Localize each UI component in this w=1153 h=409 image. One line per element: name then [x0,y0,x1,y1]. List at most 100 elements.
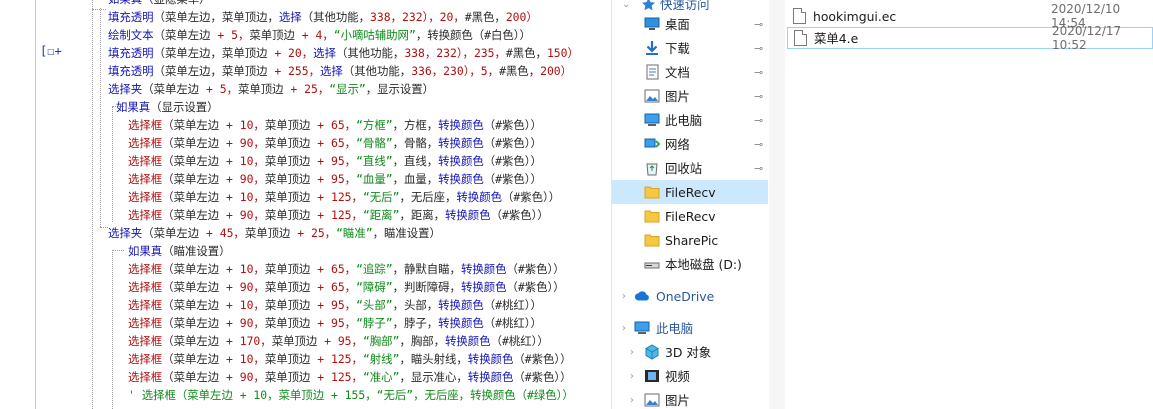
code-line[interactable]: 如果真（显示设置） [116,98,219,116]
chevron-down-icon[interactable]: ⌄ [622,0,630,10]
code-line[interactable]: 填充透明（菜单左边，菜单顶边，选择（其他功能，338，232），20，#黑色，2… [108,8,538,26]
code-token: （显示设置） [150,100,219,114]
nav-item[interactable]: 文档 ⊸ [612,60,768,84]
code-token: （其他功能， [342,64,412,78]
code-token: 选择框 [128,154,163,168]
chevron-right-icon[interactable]: › [630,347,634,358]
code-line[interactable]: 如果真（显隐菜单） [108,0,211,8]
nav-item[interactable]: 桌面 ⊸ [612,12,768,36]
code-token: 如果真（ [108,0,154,6]
tree-guide [112,250,124,251]
nav-item[interactable]: SharePic [612,228,768,252]
code-line[interactable]: 选择框（菜单左边 + 10，菜单顶边 + 95，“直线”，直线，转换颜色（#紫色… [128,152,542,170]
nav-item[interactable]: 网络 ⊸ [612,132,768,156]
code-line[interactable]: 选择框（菜单左边 + 90，菜单顶边 + 125，“距离”，距离，转换颜色（#紫… [128,206,549,224]
code-line[interactable]: 选择框（菜单左边 + 10，菜单顶边 + 65，“追踪”，静默自瞄，转换颜色（#… [128,260,565,278]
code-token: （菜单左边 [162,262,226,276]
code-token: ，判断障碍， [392,280,461,294]
code-token: （#紫色）） [483,172,542,186]
chevron-right-icon[interactable]: › [622,323,626,334]
code-line[interactable]: 选择框（菜单左边 + 10，菜单顶边 + 125，“射线”，瞄头射线，转换颜色（… [128,350,572,368]
code-editor[interactable]: [☐+ 如果真（显隐菜单）填充透明（菜单左边，菜单顶边，选择（其他功能，338，… [0,0,612,409]
code-token: + 170， [226,334,272,348]
pin-icon[interactable]: ⊸ [754,42,763,55]
nav-item[interactable]: 本地磁盘 (D:) [612,252,768,276]
nav-item[interactable]: › 视频 [612,364,768,388]
code-line[interactable]: 绘制文本（菜单左边 + 5，菜单顶边 + 4，“小嘀咕辅助网”，转换颜色（#白色… [108,26,531,44]
code-token: 200） [540,64,573,78]
nav-item[interactable]: › 3D 对象 [612,340,768,364]
code-token: + 5， [217,28,250,42]
chevron-right-icon[interactable]: › [630,395,634,406]
code-token: 336，230），5， [411,64,500,78]
picture-icon [644,392,660,408]
code-token: 转换颜色 [460,262,507,276]
code-line[interactable]: 选择框（菜单左边 + 170，菜单顶边 + 95，“胸部”，胸部，转换颜色（#桃… [128,332,549,350]
pin-icon[interactable]: ⊸ [754,162,763,175]
code-token: 菜单顶边 [244,226,298,240]
nav-label: FileRecv [665,208,716,224]
pin-icon[interactable]: ⊸ [754,138,763,151]
tree-guide [100,8,101,227]
code-line[interactable]: 填充透明（菜单左边，菜单顶边 + 20，选择（其他功能，338，232），235… [108,44,579,62]
download-icon [644,40,660,56]
file-list[interactable]: hookimgui.ec 2020/12/10 14:54 菜单4.e 2020/12… [785,0,1153,409]
code-line[interactable]: 选择夹（菜单左边 + 45，菜单顶边 + 25，“瞄准”，瞄准设置） [108,224,441,242]
code-line[interactable]: 填充透明（菜单左边，菜单顶边 + 255，选择（其他功能，336，230），5，… [108,62,572,80]
code-token: 菜单顶边 [264,262,318,276]
nav-item[interactable]: 图片 ⊸ [612,84,768,108]
code-token: （#紫色）） [506,280,565,294]
code-token: + 65， [317,280,357,294]
nav-item[interactable]: 此电脑 ⊸ [612,108,768,132]
code-line[interactable]: 选择框（菜单左边 + 90，菜单顶边 + 65，“骨骼”，骨骼，转换颜色（#紫色… [128,134,542,152]
code-token: （菜单左边，菜单顶边， [153,10,279,24]
code-token: + 90， [226,208,265,222]
code-line[interactable]: 选择框（菜单左边 + 90，菜单顶边 + 65，“障碍”，判断障碍，转换颜色（#… [128,278,565,296]
nav-item[interactable]: 下载 ⊸ [612,36,768,60]
pin-icon[interactable]: ⊸ [754,66,763,79]
nav-item[interactable]: › OneDrive [612,284,768,308]
nav-item[interactable]: FileRecv [612,204,768,228]
code-token: （菜单左边 [162,172,226,186]
chevron-right-icon[interactable]: › [630,371,634,382]
nav-scrollbar[interactable] [769,0,785,409]
pin-icon[interactable]: ⊸ [754,114,763,127]
nav-item[interactable]: 回收站 ⊸ [612,156,768,180]
code-token: （#紫色）） [513,370,572,384]
code-token: “距离” [362,208,400,222]
code-token: （菜单左边 [162,298,226,312]
code-line[interactable]: 选择框（菜单左边 + 90，菜单顶边 + 125，“准心”，显示准心，转换颜色（… [128,368,572,386]
code-line[interactable]: 选择框（菜单左边 + 10，菜单顶边 + 95，“头部”，头部，转换颜色（#桃红… [128,296,542,314]
code-line[interactable]: 选择框（菜单左边 + 10，菜单顶边 + 125，“无后”，无后座，转换颜色（#… [128,188,560,206]
code-token: （#桃红）） [490,334,549,348]
pin-icon[interactable]: ⊸ [754,18,763,31]
code-token: + 125， [317,370,363,384]
navigation-pane[interactable]: ⌄ 快速访问 桌面 ⊸ 下载 ⊸ 文档 ⊸ 图片 ⊸ 此电脑 ⊸ 网络 ⊸ 回收站 ⊸ FileRecv Fi… [612,0,785,409]
code-token: （菜单左边 [162,208,226,222]
nav-item[interactable]: › 图片 [612,388,768,409]
code-token: + 65， [317,262,357,276]
code-token: #白色）） [484,28,531,42]
code-token: 选择夹 [108,226,143,240]
code-token: （菜单左边 [162,154,226,168]
code-line[interactable]: 选择框（菜单左边 + 90，菜单顶边 + 95，“脖子”，脖子，转换颜色（#桃红… [128,314,542,332]
nav-item[interactable]: FileRecv [612,180,768,204]
chevron-right-icon[interactable]: › [622,291,626,302]
code-line[interactable]: 选择框（菜单左边 + 90，菜单顶边 + 95，“血量”，血量，转换颜色（#紫色… [128,170,542,188]
file-row[interactable]: 菜单4.e 2020/12/17 10:52 [787,24,1153,52]
code-line[interactable]: 选择夹（菜单左边 + 5，菜单顶边 + 25，“显示”，显示设置） [108,80,434,98]
breakpoint-marker[interactable]: [☐+ [40,44,62,58]
code-line[interactable]: 如果真（瞄准设置） [128,242,231,260]
code-token: ，显示准心， [399,370,468,384]
code-token: ，骨骼， [392,136,439,150]
nav-item[interactable]: › 此电脑 [612,316,768,340]
code-token: 选择框 [128,262,163,276]
folder-icon [644,232,660,248]
pin-icon[interactable]: ⊸ [754,90,763,103]
code-line[interactable]: 选择框（菜单左边 + 10，菜单顶边 + 65，“方框”，方框，转换颜色（#紫色… [128,116,542,134]
code-line[interactable]: ' 选择框（菜单左边 + 10，菜单顶边 + 155，“无后”，无后座，转换颜色… [128,386,574,404]
code-token: 菜单顶边 [264,136,318,150]
code-token: “显示” [329,82,366,96]
code-token: + 4， [301,28,334,42]
code-token: 转换颜色 [438,136,484,150]
